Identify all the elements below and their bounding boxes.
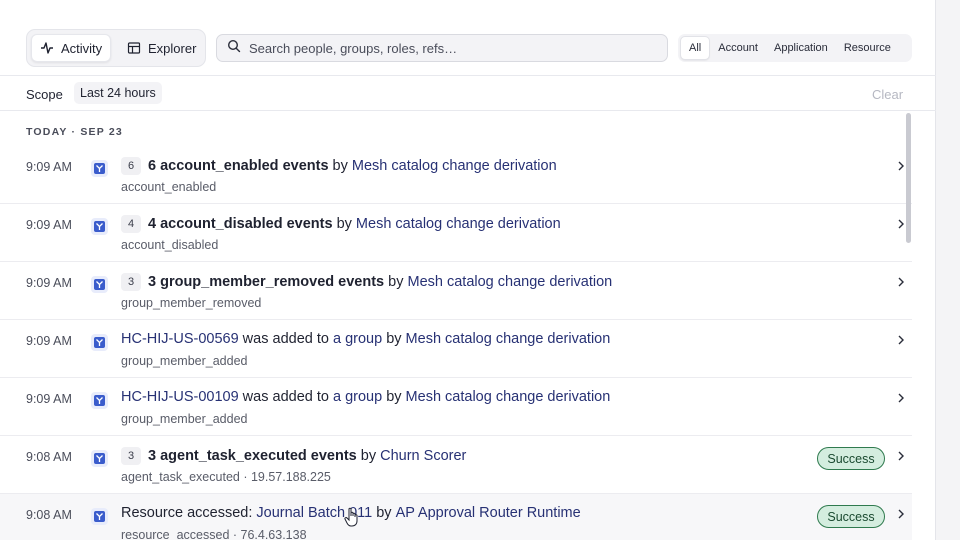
event-title: HC-HIJ-US-00569 was added to a group by …: [121, 331, 610, 347]
event-title: 3 3 group_member_removed events by Mesh …: [121, 273, 612, 291]
event-time: 9:09 AM: [26, 392, 72, 406]
source-icon: [91, 508, 108, 525]
event-time: 9:08 AM: [26, 450, 72, 464]
event-verb: was added to: [238, 331, 333, 347]
source-icon: [91, 392, 108, 409]
event-connector: by: [382, 331, 406, 347]
event-time: 9:09 AM: [26, 218, 72, 232]
activity-icon: [40, 41, 54, 55]
day-header: TODAY · SEP 23: [26, 126, 123, 138]
filter-resource[interactable]: Resource: [836, 36, 899, 60]
feed-row[interactable]: 9:09 AM HC-HIJ-US-00109 was added to a g…: [0, 378, 912, 436]
filter-application[interactable]: Application: [766, 36, 836, 60]
event-verb: was added to: [238, 389, 333, 405]
tab-activity-label: Activity: [61, 40, 103, 56]
search-icon: [227, 39, 241, 58]
source-icon: [91, 276, 108, 293]
event-count: 6: [121, 157, 141, 175]
event-prefix: Resource accessed:: [121, 505, 257, 521]
actor-link[interactable]: Mesh catalog change derivation: [406, 331, 611, 347]
feed-scrollbar[interactable]: [906, 113, 911, 243]
event-count: 4: [121, 215, 141, 233]
actor-link[interactable]: Mesh catalog change derivation: [406, 389, 611, 405]
status-badge: Success: [817, 505, 885, 528]
top-bar: Activity Explorer All Account Applicatio…: [0, 0, 936, 76]
event-time: 9:09 AM: [26, 334, 72, 348]
event-time: 9:09 AM: [26, 276, 72, 290]
event-time: 9:08 AM: [26, 508, 72, 522]
event-connector: by: [382, 389, 406, 405]
clear-button[interactable]: Clear: [872, 87, 903, 102]
tab-activity[interactable]: Activity: [31, 34, 111, 62]
feed-row[interactable]: 9:09 AM 4 4 account_disabled events by M…: [0, 204, 912, 262]
scope-chip-time-range[interactable]: Last 24 hours: [74, 82, 162, 104]
event-title: 4 4 account_disabled events by Mesh cata…: [121, 215, 561, 233]
chevron-right-icon[interactable]: [895, 507, 907, 521]
feed-row[interactable]: 9:09 AM HC-HIJ-US-00569 was added to a g…: [0, 320, 912, 378]
table-icon: [127, 41, 141, 55]
event-count: 3: [121, 447, 141, 465]
subject-link[interactable]: HC-HIJ-US-00109: [121, 389, 239, 405]
activity-page: Activity Explorer All Account Applicatio…: [0, 0, 936, 540]
event-title: HC-HIJ-US-00109 was added to a group by …: [121, 389, 610, 405]
search-box: [216, 34, 668, 62]
event-connector: by: [356, 448, 381, 464]
chevron-right-icon[interactable]: [895, 391, 907, 405]
chevron-right-icon[interactable]: [895, 333, 907, 347]
event-connector: by: [332, 216, 356, 232]
event-type: group_member_added: [121, 354, 248, 368]
search-input[interactable]: [249, 40, 649, 56]
event-connector: by: [372, 505, 396, 521]
event-summary: 3 group_member_removed events: [148, 274, 385, 290]
filter-all[interactable]: All: [680, 36, 711, 60]
event-type: account_disabled: [121, 238, 219, 252]
feed-row[interactable]: 9:08 AM 3 3 agent_task_executed events b…: [0, 436, 912, 494]
actor-link[interactable]: AP Approval Router Runtime: [396, 505, 581, 521]
event-title: 6 6 account_enabled events by Mesh catal…: [121, 157, 557, 175]
actor-link[interactable]: Mesh catalog change derivation: [352, 158, 557, 174]
event-count: 3: [121, 273, 141, 291]
hand-cursor-icon: [344, 507, 360, 527]
event-type: group_member_removed: [121, 296, 262, 310]
type-filter: All Account Application Resource: [678, 34, 912, 62]
view-switcher: Activity Explorer: [26, 29, 206, 67]
actor-link[interactable]: Mesh catalog change derivation: [356, 216, 561, 232]
event-summary: 4 account_disabled events: [148, 216, 333, 232]
tab-explorer[interactable]: Explorer: [119, 34, 203, 62]
source-icon: [91, 450, 108, 467]
subject-link[interactable]: HC-HIJ-US-00569: [121, 331, 239, 347]
actor-link[interactable]: Mesh catalog change derivation: [408, 274, 613, 290]
event-title: 3 3 agent_task_executed events by Churn …: [121, 447, 466, 465]
object-link[interactable]: a group: [333, 331, 382, 347]
status-badge: Success: [817, 447, 885, 470]
chevron-right-icon[interactable]: [895, 449, 907, 463]
feed-row[interactable]: 9:09 AM 6 6 account_enabled events by Me…: [0, 146, 912, 204]
source-icon: [91, 334, 108, 351]
source-icon: [91, 160, 108, 177]
source-icon: [91, 218, 108, 235]
event-time: 9:09 AM: [26, 160, 72, 174]
event-type: group_member_added: [121, 412, 248, 426]
event-type: account_enabled: [121, 180, 217, 194]
filter-account[interactable]: Account: [710, 36, 766, 60]
event-connector: by: [328, 158, 352, 174]
feed-row[interactable]: 9:08 AM Resource accessed: Journal Batch…: [0, 494, 912, 540]
event-summary: 6 account_enabled events: [148, 158, 329, 174]
scope-bar: Scope Last 24 hours Clear: [0, 76, 936, 111]
event-connector: by: [384, 274, 408, 290]
event-type: resource_accessed · 76.4.63.138: [121, 528, 307, 540]
event-type: agent_task_executed · 19.57.188.225: [121, 470, 331, 484]
object-link[interactable]: a group: [333, 389, 382, 405]
tab-explorer-label: Explorer: [148, 40, 197, 56]
feed-row[interactable]: 9:09 AM 3 3 group_member_removed events …: [0, 262, 912, 320]
actor-link[interactable]: Churn Scorer: [380, 448, 466, 464]
activity-feed: TODAY · SEP 23 9:09 AM 6 6 account_enabl…: [0, 111, 936, 540]
chevron-right-icon[interactable]: [895, 275, 907, 289]
scope-label: Scope: [26, 87, 63, 102]
event-summary: 3 agent_task_executed events: [148, 448, 357, 464]
